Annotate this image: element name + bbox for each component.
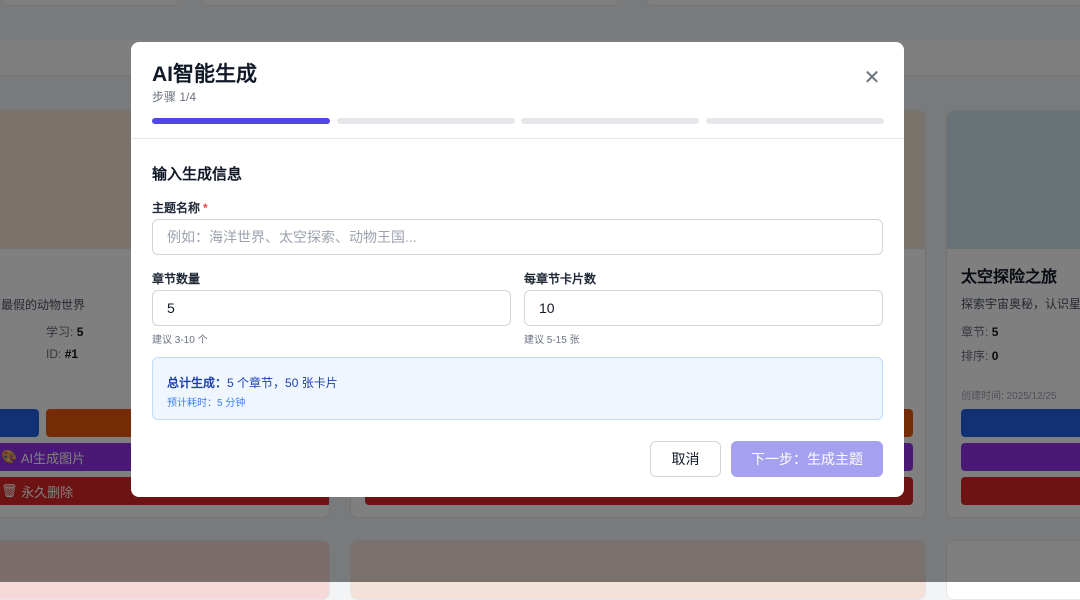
progress-step-2 xyxy=(337,118,515,124)
step-indicator: 步骤 1/4 xyxy=(152,90,197,104)
summary-total: 总计生成：5 个章节，50 张卡片 xyxy=(167,374,338,391)
summary-box: 总计生成：5 个章节，50 张卡片 预计耗时：5 分钟 xyxy=(152,357,883,420)
summary-value: 5 个章节，50 张卡片 xyxy=(227,376,338,390)
next-step-button[interactable]: 下一步：生成主题 xyxy=(731,441,883,477)
topic-input[interactable] xyxy=(152,219,883,255)
section-title: 输入生成信息 xyxy=(152,166,243,183)
progress-step-3 xyxy=(521,118,699,124)
cancel-button[interactable]: 取消 xyxy=(650,441,721,477)
close-icon[interactable]: ✕ xyxy=(862,68,882,88)
required-marker: * xyxy=(203,201,208,215)
summary-eta: 预计耗时：5 分钟 xyxy=(167,398,246,409)
chapters-input[interactable] xyxy=(152,290,511,326)
summary-label: 总计生成： xyxy=(167,376,228,390)
chapters-label: 章节数量 xyxy=(152,272,201,286)
cards-hint: 建议 5-15 张 xyxy=(524,335,580,346)
cards-input[interactable] xyxy=(524,290,883,326)
progress-step-1 xyxy=(152,118,330,124)
topic-label-text: 主题名称 xyxy=(152,201,201,215)
topic-label: 主题名称 * xyxy=(152,199,208,216)
progress-step-4 xyxy=(706,118,884,124)
ai-generate-modal: AI智能生成 步骤 1/4 ✕ 输入生成信息 主题名称* 章节数量 建议 3-1… xyxy=(131,42,904,497)
chapters-hint: 建议 3-10 个 xyxy=(152,335,208,346)
modal-title: AI智能生成 xyxy=(152,63,257,86)
cards-label: 每章节卡片数 xyxy=(524,272,597,286)
divider xyxy=(131,138,904,139)
